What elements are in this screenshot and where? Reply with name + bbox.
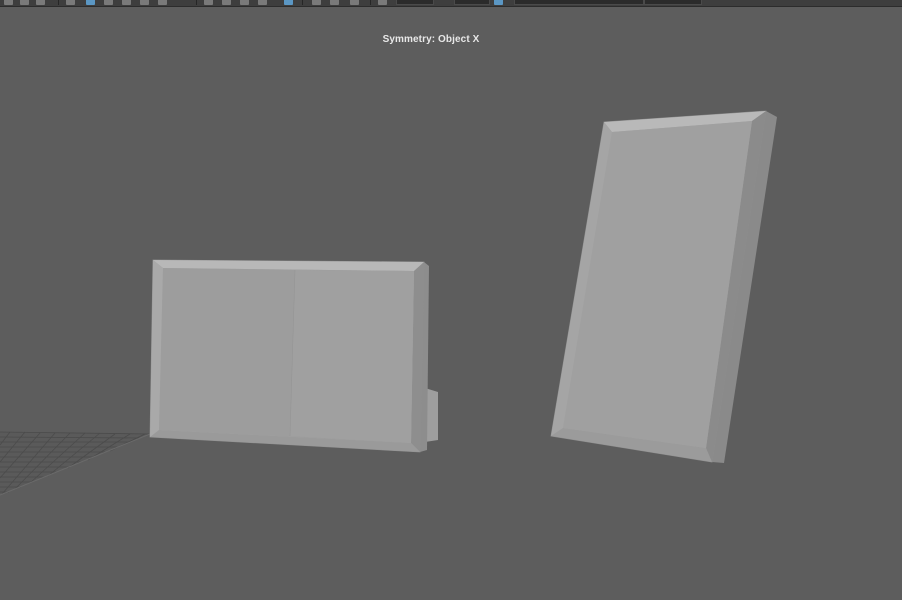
- ground-grid: [0, 431, 151, 496]
- camera-icon[interactable]: [330, 0, 339, 5]
- frame-left[interactable]: [149, 259, 438, 453]
- snap-curve-icon[interactable]: [140, 0, 149, 5]
- lasso-tool-icon[interactable]: [20, 0, 29, 5]
- display-settings-icon[interactable]: [284, 0, 293, 5]
- command-field[interactable]: [514, 0, 644, 5]
- scale-tool-icon[interactable]: [104, 0, 113, 5]
- render-settings-icon[interactable]: [240, 0, 249, 5]
- workspace-icon[interactable]: [494, 0, 503, 5]
- paint-select-icon[interactable]: [36, 0, 45, 5]
- viewport-scene: [0, 110, 777, 496]
- snap-point-icon[interactable]: [158, 0, 167, 5]
- 3d-viewport[interactable]: Symmetry: Object X: [0, 7, 902, 600]
- camera-icon[interactable]: [350, 0, 359, 5]
- camera-icon[interactable]: [258, 0, 267, 5]
- status-toolbar: [0, 0, 902, 7]
- rotate-tool-icon[interactable]: [86, 0, 95, 5]
- frame-right[interactable]: [550, 110, 777, 463]
- modeling-application: Symmetry: Object X: [0, 0, 902, 600]
- render-icon[interactable]: [204, 0, 213, 5]
- snap-grid-icon[interactable]: [122, 0, 131, 5]
- move-tool-icon[interactable]: [66, 0, 75, 5]
- command-field[interactable]: [644, 0, 702, 5]
- toolbar-separator: [302, 0, 303, 5]
- numeric-input[interactable]: [396, 0, 434, 5]
- numeric-input[interactable]: [454, 0, 490, 5]
- toolbar-separator: [196, 0, 197, 5]
- ipr-render-icon[interactable]: [222, 0, 231, 5]
- toolbar-separator: [58, 0, 59, 5]
- camera-icon[interactable]: [378, 0, 387, 5]
- camera-icon[interactable]: [312, 0, 321, 5]
- select-tool-icon[interactable]: [4, 0, 13, 5]
- toolbar-separator: [370, 0, 371, 5]
